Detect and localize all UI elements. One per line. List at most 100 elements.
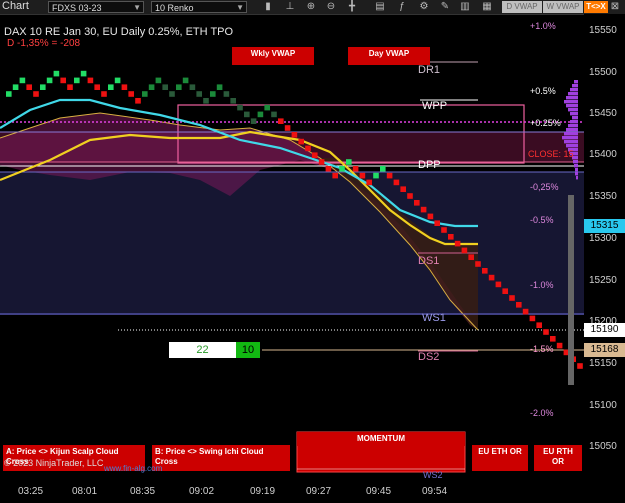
renko-brick	[339, 166, 345, 172]
volume-profile-bar	[568, 124, 578, 128]
weekly-vwap-button[interactable]: Wkly VWAP	[232, 47, 314, 65]
volume-profile	[562, 80, 578, 180]
renko-brick	[80, 70, 87, 77]
renko-brick	[454, 240, 461, 247]
renko-brick	[461, 247, 468, 254]
volume-profile-bar	[564, 132, 578, 136]
renko-brick	[6, 91, 12, 97]
volume-profile-bar	[572, 116, 578, 120]
renko-brick	[352, 166, 359, 172]
volume-profile-bar	[564, 140, 578, 144]
website-link[interactable]: www.fin-alg.com	[104, 464, 162, 473]
price-tag-cyan: 15315	[584, 219, 625, 233]
renko-brick	[87, 77, 94, 84]
renko-brick	[250, 118, 257, 124]
price-chart[interactable]	[0, 0, 625, 503]
price-tick: 15100	[589, 400, 617, 411]
renko-brick	[318, 159, 325, 165]
renko-brick	[94, 84, 100, 90]
price-tick: 15350	[589, 191, 617, 202]
wpp-label: WPP	[422, 100, 448, 112]
lower-zone-band	[0, 172, 584, 315]
volume-profile-bar	[572, 84, 578, 88]
renko-brick	[516, 302, 522, 308]
volume-profile-bar	[570, 120, 578, 124]
renko-brick	[60, 77, 66, 84]
volume-profile-bar	[566, 104, 578, 108]
pct-label: -2.0%	[530, 408, 554, 418]
renko-brick	[284, 125, 291, 131]
brick-counter: 22 10	[169, 342, 260, 358]
renko-brick	[237, 104, 243, 111]
time-tick: 08:01	[72, 486, 98, 497]
renko-brick	[468, 254, 474, 260]
renko-brick	[244, 111, 250, 118]
renko-brick	[12, 84, 19, 90]
renko-brick	[448, 234, 454, 240]
pct-label: +0.25%	[530, 118, 561, 128]
pct-label: +1.0%	[530, 21, 556, 31]
renko-brick	[550, 336, 556, 342]
counter-value-a: 22	[169, 342, 236, 358]
price-tick: 15550	[589, 25, 617, 36]
ichi-cloud-cross-button[interactable]: B: Price <> Swing Ichi Cloud Cross	[152, 445, 290, 471]
renko-brick	[373, 172, 379, 179]
ds2-label: DS2	[418, 351, 440, 363]
price-tick: 15250	[589, 275, 617, 286]
renko-brick	[33, 91, 39, 97]
pct-label: -1.0%	[530, 280, 554, 290]
renko-brick	[121, 84, 128, 90]
renko-brick	[46, 77, 53, 84]
renko-brick	[502, 288, 508, 294]
copyright-text: © 2023 NinjaTrader, LLC	[4, 458, 104, 468]
renko-brick	[128, 91, 134, 97]
renko-brick	[19, 77, 26, 84]
price-tick: 15500	[589, 67, 617, 78]
renko-brick	[155, 77, 162, 84]
pct-label: +0.5%	[530, 86, 556, 96]
volume-profile-bar	[566, 144, 578, 148]
ds1-label: DS1	[418, 255, 440, 267]
renko-brick	[189, 84, 196, 90]
renko-brick	[400, 186, 406, 192]
volume-profile-bar	[568, 108, 578, 112]
counter-value-b: 10	[236, 342, 260, 358]
price-tick: 15150	[589, 358, 617, 369]
renko-brick	[114, 77, 121, 84]
renko-brick	[278, 118, 284, 124]
volume-profile-bar	[570, 112, 578, 116]
renko-brick	[142, 91, 148, 97]
time-tick: 09:19	[250, 486, 276, 497]
price-tag-white: 15190	[584, 323, 625, 337]
momentum-button[interactable]: MOMENTUM	[297, 432, 465, 446]
renko-brick	[53, 70, 60, 77]
daily-change-line: D -1,35% = -208	[7, 38, 81, 49]
renko-brick	[536, 322, 542, 328]
renko-brick	[441, 227, 447, 233]
time-tick: 08:35	[130, 486, 156, 497]
renko-brick	[210, 91, 216, 97]
renko-brick	[40, 84, 46, 90]
renko-brick	[380, 166, 386, 172]
renko-brick	[257, 111, 264, 118]
eu-eth-or-button[interactable]: EU ETH OR	[472, 445, 528, 471]
renko-brick	[325, 166, 332, 172]
renko-brick	[182, 77, 189, 84]
time-tick: 09:27	[306, 486, 332, 497]
renko-brick	[434, 220, 440, 226]
renko-brick	[312, 152, 318, 158]
renko-brick	[176, 84, 182, 90]
pct-label: -0,25%	[530, 182, 559, 192]
renko-brick	[74, 77, 80, 84]
chart-info-line: DAX 10 RE Jan 30, EU Daily 0.25%, ETH TP…	[4, 26, 234, 38]
daily-vwap-button[interactable]: Day VWAP	[348, 47, 430, 65]
renko-brick	[577, 363, 583, 369]
renko-brick	[359, 172, 366, 179]
renko-brick	[216, 84, 223, 90]
renko-brick	[67, 84, 73, 90]
renko-brick	[407, 193, 413, 199]
renko-brick	[543, 329, 549, 335]
eu-rth-or-button[interactable]: EU RTH OR	[534, 445, 582, 471]
volume-profile-bar	[573, 160, 578, 164]
renko-brick	[264, 104, 270, 111]
